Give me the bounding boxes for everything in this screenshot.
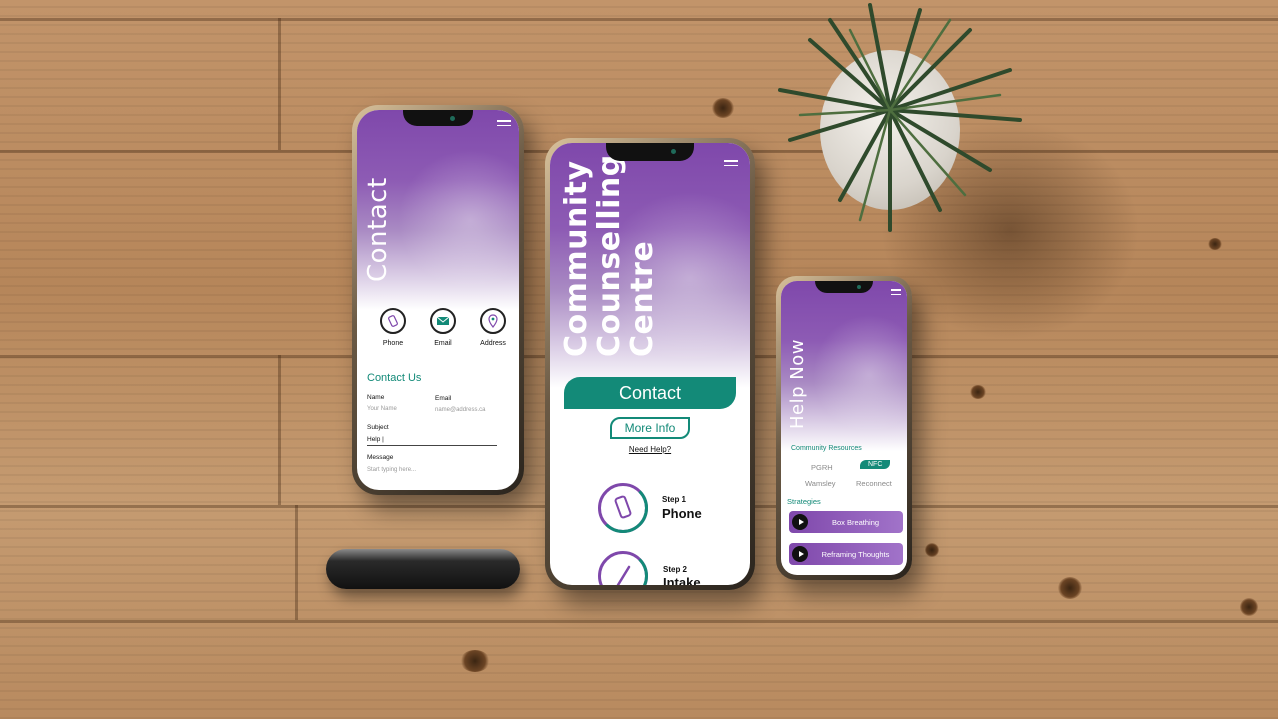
subject-input[interactable]: Help |: [367, 436, 384, 443]
phone-help-screen: Help Now Community Resources PGRH NFC Wa…: [776, 276, 912, 580]
resource-item[interactable]: Reconnect: [856, 479, 892, 488]
page-title: Contact: [363, 177, 393, 282]
play-icon: [792, 514, 808, 530]
resources-title: Community Resources: [791, 445, 862, 452]
strategy-label: Reframing Thoughts: [821, 549, 890, 559]
subject-label: Subject: [367, 424, 389, 431]
hamburger-menu-icon[interactable]: [891, 289, 901, 298]
wood-knot: [925, 543, 939, 557]
hamburger-menu-icon[interactable]: [724, 160, 738, 169]
phone-home-screen: Community Counselling Centre Contact Mor…: [545, 138, 755, 590]
step-phone-icon[interactable]: [598, 483, 648, 533]
wood-plank-edge: [0, 18, 1278, 21]
message-label: Message: [367, 454, 394, 461]
location-pin-icon: [480, 308, 506, 334]
step-name: Intake: [663, 575, 701, 585]
more-info-button[interactable]: More Info: [610, 417, 690, 439]
phone-screen: Contact Phone Email Address Contact Us N…: [357, 110, 519, 490]
contact-method-email[interactable]: Email: [423, 308, 463, 347]
contact-button[interactable]: Contact: [564, 377, 736, 409]
strategy-reframing-thoughts[interactable]: Reframing Thoughts: [789, 543, 903, 565]
contact-methods: Phone Email Address: [373, 308, 513, 347]
name-label: Name: [367, 394, 385, 401]
wood-knot: [1240, 598, 1258, 616]
step-number: Step 1: [662, 495, 687, 504]
wood-knot: [1058, 577, 1082, 599]
strategy-box-breathing[interactable]: Box Breathing: [789, 511, 903, 533]
phone-notch: [815, 281, 873, 293]
resource-item[interactable]: Wamsley: [805, 479, 836, 488]
step-number: Step 2: [663, 565, 688, 574]
page-title: Community Counselling Centre: [559, 154, 660, 357]
resource-item[interactable]: PGRH: [811, 463, 833, 472]
step-name: Phone: [662, 506, 702, 521]
strategy-label: Box Breathing: [831, 517, 880, 527]
wood-knot: [712, 98, 734, 118]
resource-item-active[interactable]: NFC: [860, 460, 891, 469]
need-help-link[interactable]: Need Help?: [550, 445, 750, 454]
title-line: Counselling: [592, 154, 627, 357]
wood-plank-seam: [278, 355, 281, 505]
wood-knot: [970, 385, 986, 399]
step-intake-icon[interactable]: [598, 551, 648, 585]
wood-knot: [1208, 238, 1222, 250]
phone-contact-screen: Contact Phone Email Address Contact Us N…: [352, 105, 524, 495]
wood-knot: [460, 650, 490, 672]
name-input[interactable]: Your Name: [367, 406, 397, 412]
contact-method-phone[interactable]: Phone: [373, 308, 413, 347]
section-title: Contact Us: [367, 372, 422, 384]
subject-underline: [367, 445, 497, 446]
email-icon: [430, 308, 456, 334]
phone-screen: Help Now Community Resources PGRH NFC Wa…: [781, 281, 907, 575]
strategies-title: Strategies: [787, 497, 821, 506]
page-title: Help Now: [787, 339, 808, 429]
title-line: Community: [559, 160, 594, 357]
contact-method-label: Phone: [382, 340, 404, 347]
wood-plank-seam: [295, 505, 298, 620]
phone-notch: [606, 143, 694, 161]
play-icon: [792, 546, 808, 562]
phone-notch: [403, 110, 473, 126]
contact-method-label: Email: [434, 340, 452, 347]
wood-plank-seam: [278, 18, 281, 150]
email-input[interactable]: name@address.ca: [435, 407, 485, 413]
hamburger-menu-icon[interactable]: [497, 120, 511, 129]
contact-method-label: Address: [480, 340, 506, 347]
contact-method-address[interactable]: Address: [473, 308, 513, 347]
phone-icon: [380, 308, 406, 334]
message-input[interactable]: Start typing here...: [367, 467, 416, 473]
stylus-device: [326, 549, 520, 589]
phone-screen: Community Counselling Centre Contact Mor…: [550, 143, 750, 585]
email-label: Email: [435, 395, 452, 402]
title-line: Centre: [625, 240, 660, 357]
wood-plank-edge: [0, 620, 1278, 623]
